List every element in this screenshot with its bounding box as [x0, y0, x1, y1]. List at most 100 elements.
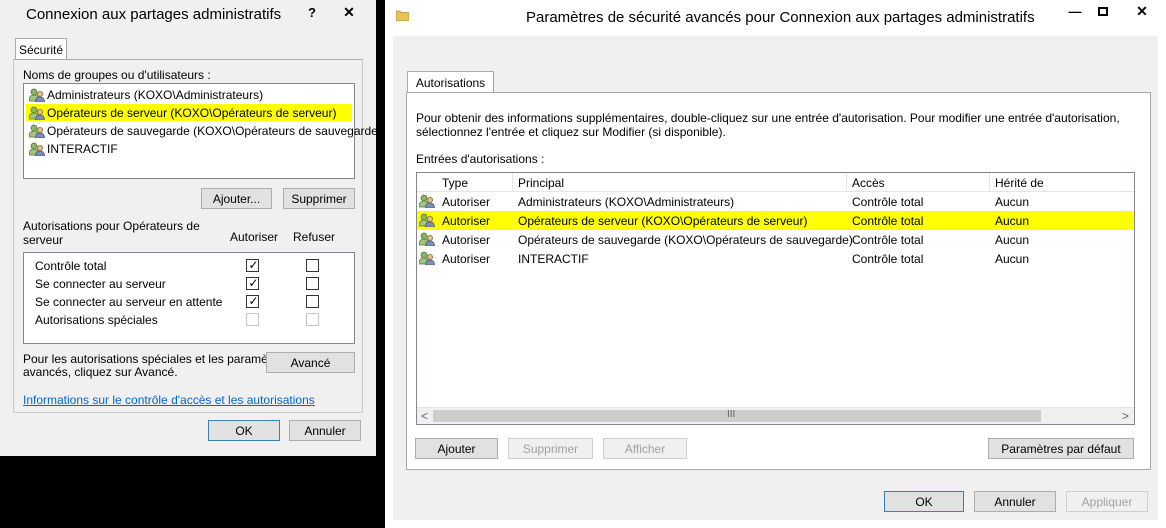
column-header-principal[interactable]: Principal — [513, 173, 847, 192]
check-mark-icon: ✓ — [248, 276, 259, 290]
user-list-item-label: Opérateurs de sauvegarde (KOXO\Opérateur… — [47, 124, 382, 138]
dialog1-title: Connexion aux partages administratifs — [26, 6, 282, 23]
add-entry-button[interactable]: Ajouter — [415, 438, 498, 459]
permission-entry-row[interactable]: Autoriser Opérateurs de serveur (KOXO\Opé… — [417, 211, 1134, 230]
scroll-thumb-grip: III — [727, 409, 736, 420]
deny-checkbox[interactable] — [306, 295, 319, 308]
entry-principal: Administrateurs (KOXO\Administrateurs) — [518, 195, 735, 209]
user-list-item[interactable]: Administrateurs (KOXO\Administrateurs) — [26, 86, 352, 103]
restore-defaults-button[interactable]: Paramètres par défaut — [988, 438, 1134, 459]
advanced-hint-line1: Pour les autorisations spéciales et les … — [23, 352, 288, 366]
tab-autorisations[interactable]: Autorisations — [407, 71, 494, 93]
tab-securite-label: Sécurité — [18, 42, 64, 57]
entry-type: Autoriser — [442, 233, 491, 247]
entry-inherited: Aucun — [995, 214, 1030, 228]
permission-entry-row[interactable]: Autoriser INTERACTIF Contrôle total Aucun — [417, 249, 1134, 268]
permissions-label-line1: Autorisations pour Opérateurs de — [23, 219, 200, 233]
permission-row: Contrôle total ✓ — [24, 258, 354, 275]
entry-principal: Opérateurs de sauvegarde (KOXO\Opérateur… — [518, 233, 853, 247]
user-group-icon — [28, 124, 45, 139]
dialog2-ok-button[interactable]: OK — [884, 491, 964, 512]
help-button[interactable]: ? — [299, 1, 325, 23]
scroll-thumb[interactable]: III — [433, 409, 1041, 422]
add-user-button[interactable]: Ajouter... — [201, 188, 272, 209]
access-control-info-link[interactable]: Informations sur le contrôle d'accès et … — [23, 393, 315, 407]
allow-checkbox[interactable] — [246, 313, 259, 326]
scroll-left-arrow[interactable]: < — [421, 409, 428, 423]
dialog2-cancel-button[interactable]: Annuler — [974, 491, 1056, 512]
allow-checkbox[interactable]: ✓ — [246, 294, 259, 308]
column-header-type[interactable]: Type — [437, 173, 513, 192]
view-entry-button[interactable]: Afficher — [603, 438, 687, 459]
permission-row: Se connecter au serveur en attente ✓ — [24, 294, 354, 311]
user-group-icon — [28, 142, 45, 157]
user-group-icon — [418, 213, 435, 228]
column-header-inherited-label: Hérité de — [995, 176, 1044, 190]
entry-type: Autoriser — [442, 214, 491, 228]
allow-checkbox[interactable]: ✓ — [246, 258, 259, 272]
column-header-principal-label: Principal — [518, 176, 565, 190]
user-group-icon — [418, 194, 435, 209]
permission-entry-row[interactable]: Autoriser Administrateurs (KOXO\Administr… — [417, 192, 1134, 211]
remove-entry-button[interactable]: Supprimer — [508, 438, 593, 459]
user-group-icon — [28, 106, 45, 121]
tab-autorisations-label: Autorisations — [415, 75, 486, 90]
user-list-item-label: Administrateurs (KOXO\Administrateurs) — [47, 88, 264, 102]
dialog2-close-button[interactable]: ✕ — [1123, 0, 1161, 22]
column-header-access[interactable]: Accès — [847, 173, 990, 192]
tab-securite[interactable]: Sécurité — [15, 38, 67, 60]
user-list-item-label: INTERACTIF — [47, 142, 118, 156]
column-header-access-label: Accès — [852, 176, 885, 190]
scroll-right-arrow[interactable]: > — [1122, 409, 1129, 423]
deny-checkbox[interactable] — [306, 313, 319, 326]
entry-access: Contrôle total — [852, 195, 924, 209]
groups-label: Noms de groupes ou d'utilisateurs : — [23, 68, 211, 82]
apply-button[interactable]: Appliquer — [1066, 491, 1148, 512]
entry-inherited: Aucun — [995, 233, 1030, 247]
entry-access: Contrôle total — [852, 233, 924, 247]
user-list-item[interactable]: Opérateurs de serveur (KOXO\Opérateurs d… — [26, 104, 352, 121]
entry-type: Autoriser — [442, 195, 491, 209]
user-group-icon — [28, 88, 45, 103]
permission-label: Se connecter au serveur en attente — [35, 295, 223, 309]
maximize-icon — [1098, 6, 1108, 16]
deny-checkbox[interactable] — [306, 259, 319, 272]
deny-column-header: Refuser — [293, 230, 336, 244]
entry-access: Contrôle total — [852, 252, 924, 266]
advanced-security-window: Paramètres de sécurité avancés pour Conn… — [385, 0, 1166, 528]
permission-label: Autorisations spéciales — [35, 313, 158, 327]
user-list-item-label: Opérateurs de serveur (KOXO\Opérateurs d… — [47, 106, 337, 120]
permission-label: Contrôle total — [35, 259, 107, 273]
column-header-inherited[interactable]: Hérité de — [990, 173, 1134, 192]
column-header-type-label: Type — [442, 176, 469, 190]
user-group-icon — [418, 232, 435, 247]
entry-principal: Opérateurs de serveur (KOXO\Opérateurs d… — [518, 214, 808, 228]
dialog1-close-button[interactable]: ✕ — [332, 1, 366, 23]
maximize-button[interactable] — [1089, 0, 1117, 22]
entry-type: Autoriser — [442, 252, 491, 266]
deny-checkbox[interactable] — [306, 277, 319, 290]
minimize-button[interactable]: — — [1061, 0, 1089, 22]
horizontal-scrollbar[interactable]: < III > — [417, 407, 1134, 424]
entry-inherited: Aucun — [995, 252, 1030, 266]
dialog1-ok-button[interactable]: OK — [208, 420, 280, 441]
remove-user-button[interactable]: Supprimer — [283, 188, 355, 209]
security-properties-dialog: Connexion aux partages administratifs ? … — [0, 0, 382, 456]
permission-row: Se connecter au serveur ✓ — [24, 276, 354, 293]
permissions-label-line2: serveur — [23, 233, 64, 247]
info-text-line1: Pour obtenir des informations supplément… — [416, 111, 1120, 125]
dialog1-cancel-button[interactable]: Annuler — [289, 420, 361, 441]
dialog2-title: Paramètres de sécurité avancés pour Conn… — [526, 9, 1035, 26]
allow-checkbox[interactable]: ✓ — [246, 276, 259, 290]
advanced-hint-line2: avancés, cliquez sur Avancé. — [23, 365, 178, 379]
permission-row: Autorisations spéciales — [24, 312, 354, 329]
folder-icon — [395, 9, 410, 22]
entry-principal: INTERACTIF — [518, 252, 589, 266]
user-list-item[interactable]: Opérateurs de sauvegarde (KOXO\Opérateur… — [26, 122, 382, 139]
user-list-item[interactable]: INTERACTIF — [26, 140, 352, 157]
permission-label: Se connecter au serveur — [35, 277, 166, 291]
allow-column-header: Autoriser — [230, 230, 279, 244]
permission-entry-row[interactable]: Autoriser Opérateurs de sauvegarde (KOXO\… — [417, 230, 1134, 249]
info-text-line2: sélectionnez l'entrée et cliquez sur Mod… — [416, 125, 726, 139]
advanced-button[interactable]: Avancé — [266, 352, 355, 373]
